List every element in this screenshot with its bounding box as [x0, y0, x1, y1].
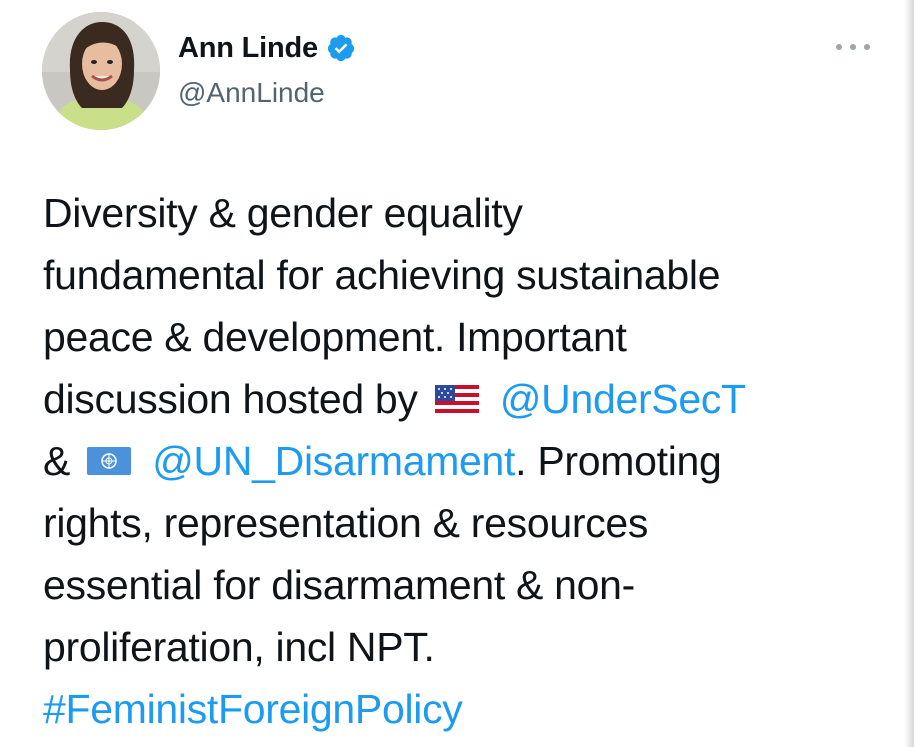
author-handle[interactable]: @AnnLinde: [178, 77, 325, 109]
tweet-line: #FeministForeignPolicy: [43, 678, 888, 740]
tweet-line-text: . Promoting: [515, 438, 722, 484]
screen-edge: [904, 0, 914, 747]
tweet-line: Diversity & gender equality: [43, 190, 523, 236]
tweet-line: essential for disarmament & non-: [43, 562, 636, 608]
author-name-row: Ann Linde: [178, 30, 356, 66]
tweet-text: Diversity & gender equality fundamental …: [43, 182, 888, 740]
tweet-line: proliferation, incl NPT.: [43, 624, 435, 670]
tweet-line: & @UN_Disarmament. Promoting: [43, 430, 888, 492]
tweet-line: rights, representation & resources: [43, 500, 649, 546]
more-dot: [836, 44, 842, 50]
un-flag-icon: [87, 447, 132, 476]
tweet-card: Ann Linde @AnnLinde Diversity & gender e…: [0, 0, 900, 747]
tweet-line: peace & development. Important: [43, 314, 627, 360]
mention-link[interactable]: @UN_Disarmament: [152, 438, 515, 484]
more-dot: [864, 44, 870, 50]
more-dot: [850, 44, 856, 50]
hashtag-link[interactable]: #FeministForeignPolicy: [43, 686, 463, 732]
tweet-line: discussion hosted by @UnderSecT: [43, 368, 888, 430]
tweet-line-text: discussion hosted by: [43, 376, 418, 422]
tweet-line-text: &: [43, 438, 71, 484]
tweet-line: fundamental for achieving sustainable: [43, 252, 721, 298]
us-flag-icon: [434, 385, 479, 414]
profile-photo-icon: [42, 12, 160, 130]
verified-badge-icon: [326, 33, 356, 63]
avatar[interactable]: [42, 12, 160, 130]
mention-link[interactable]: @UnderSecT: [500, 376, 746, 422]
more-options-icon[interactable]: [836, 36, 870, 58]
author-display-name[interactable]: Ann Linde: [178, 32, 318, 65]
